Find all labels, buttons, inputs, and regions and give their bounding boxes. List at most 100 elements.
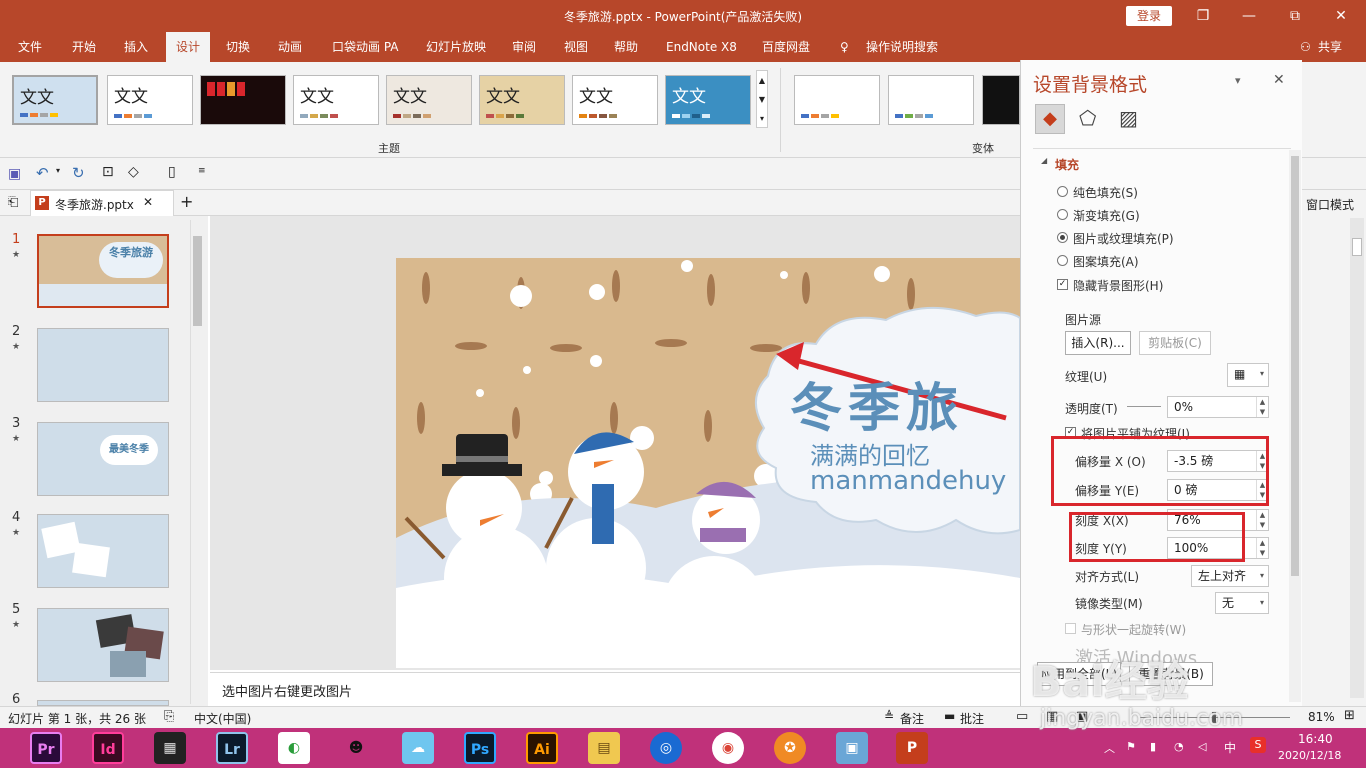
minimize-button[interactable]: — xyxy=(1226,0,1272,32)
gradient-fill-label[interactable]: 渐变填充(G) xyxy=(1073,207,1140,224)
outline-icon[interactable]: ⎗ xyxy=(8,195,18,210)
language-status[interactable]: 中文(中国) xyxy=(194,710,251,727)
clock-time[interactable]: 16:40 xyxy=(1298,732,1333,746)
radio-pattern-fill[interactable] xyxy=(1057,255,1068,266)
theme-thumb-lanterns[interactable] xyxy=(200,75,286,125)
ribbon-display-button[interactable]: ❐ xyxy=(1180,0,1226,32)
maximize-button[interactable]: ⧉ xyxy=(1272,0,1318,32)
shapes-icon[interactable]: ◇ xyxy=(128,164,139,180)
clipboard-button[interactable]: 剪贴板(C) xyxy=(1139,331,1211,355)
tell-me-search[interactable]: 操作说明搜索 xyxy=(866,32,938,62)
slide-thumb-2[interactable] xyxy=(37,328,169,402)
tab-file[interactable]: 文件 xyxy=(18,32,42,62)
battery-icon[interactable]: ▮ xyxy=(1150,740,1156,753)
undo-icon[interactable]: ↶ xyxy=(36,164,49,182)
transparency-input[interactable]: 0% ▲ ▼ xyxy=(1167,396,1269,418)
tab-insert[interactable]: 插入 xyxy=(124,32,148,62)
login-button[interactable]: 登录 xyxy=(1126,6,1172,26)
theme-thumb[interactable]: 文文 xyxy=(479,75,565,125)
pane-scroll-thumb[interactable] xyxy=(1291,156,1299,576)
file-explorer-icon[interactable]: ▤ xyxy=(588,732,620,764)
cloud-app-icon[interactable]: ☁ xyxy=(402,732,434,764)
360-browser-icon[interactable]: ◐ xyxy=(278,732,310,764)
slide-thumb-4[interactable] xyxy=(37,514,169,588)
qq-icon[interactable]: ☻ xyxy=(340,732,372,764)
variant-thumb[interactable] xyxy=(982,75,1020,125)
fill-section-header[interactable]: 填充 xyxy=(1055,156,1079,173)
pane-scrollbar[interactable] xyxy=(1289,150,1301,702)
alignment-dropdown[interactable]: 左上对齐 ▾ xyxy=(1191,565,1269,587)
pattern-fill-label[interactable]: 图案填充(A) xyxy=(1073,253,1139,270)
undo-dropdown-icon[interactable]: ▾ xyxy=(56,166,60,175)
notes-app-icon[interactable]: ▣ xyxy=(836,732,868,764)
browser-icon[interactable]: ◎ xyxy=(650,732,682,764)
theme-thumb[interactable]: 文文 xyxy=(107,75,193,125)
add-tab-button[interactable]: + xyxy=(180,192,193,211)
clock-date[interactable]: 2020/12/18 xyxy=(1278,749,1341,762)
indesign-icon[interactable]: Id xyxy=(92,732,124,764)
tray-chevron-icon[interactable]: ︿ xyxy=(1104,740,1115,756)
tab-home[interactable]: 开始 xyxy=(72,32,96,62)
theme-thumb[interactable]: 文文 xyxy=(665,75,751,125)
variant-thumb[interactable] xyxy=(888,75,974,125)
redo-icon[interactable]: ↻ xyxy=(72,164,85,182)
solid-fill-label[interactable]: 纯色填充(S) xyxy=(1073,184,1138,201)
video-editor-icon[interactable]: ▦ xyxy=(154,732,186,764)
tab-review[interactable]: 审阅 xyxy=(512,32,536,62)
customize-qat-icon[interactable]: ≡ xyxy=(198,166,206,176)
editor-scroll-thumb[interactable] xyxy=(1352,238,1362,256)
fill-tab-icon[interactable]: ◆ xyxy=(1035,104,1065,134)
new-slide-icon[interactable]: ▯ xyxy=(168,164,176,180)
normal-view-icon[interactable]: ▭ xyxy=(1016,709,1028,724)
ime-indicator[interactable]: 中 xyxy=(1224,739,1236,756)
radio-gradient-fill[interactable] xyxy=(1057,209,1068,220)
tab-view[interactable]: 视图 xyxy=(564,32,588,62)
window-mode-label[interactable]: 窗口模式 xyxy=(1306,196,1354,213)
effects-tab-icon[interactable]: ⬠ xyxy=(1079,106,1096,130)
rotate-with-shape-label[interactable]: 与形状一起旋转(W) xyxy=(1081,621,1186,638)
zoom-level[interactable]: 81% xyxy=(1308,710,1335,724)
tab-baidu-pan[interactable]: 百度网盘 xyxy=(762,32,810,62)
tab-pocket-animation[interactable]: 口袋动画 PA xyxy=(332,32,399,62)
radio-picture-fill[interactable] xyxy=(1057,232,1068,243)
scroll-thumb[interactable] xyxy=(193,236,202,326)
theme-thumb[interactable]: 文文 xyxy=(386,75,472,125)
tab-slideshow[interactable]: 幻灯片放映 xyxy=(426,32,486,62)
flag-icon[interactable]: ⚑ xyxy=(1126,740,1136,753)
tab-design[interactable]: 设计 xyxy=(166,32,211,62)
premiere-icon[interactable]: Pr xyxy=(30,732,62,764)
slide-thumb-1[interactable]: 冬季旅游 xyxy=(37,234,169,308)
tab-animations[interactable]: 动画 xyxy=(278,32,302,62)
themes-scroll[interactable]: ▲ ▼ ▾ xyxy=(756,70,768,128)
hide-bg-checkbox[interactable]: ✓ xyxy=(1057,279,1068,290)
theme-thumb[interactable]: 文文 xyxy=(12,75,98,125)
tab-help[interactable]: 帮助 xyxy=(614,32,638,62)
sogou-icon[interactable]: S xyxy=(1250,737,1266,753)
picture-tab-icon[interactable]: ▨ xyxy=(1119,106,1138,130)
hide-bg-label[interactable]: 隐藏背景图形(H) xyxy=(1073,277,1163,294)
theme-thumb[interactable]: 文文 xyxy=(572,75,658,125)
fit-slide-icon[interactable]: ⊞ xyxy=(1344,708,1355,723)
insert-picture-button[interactable]: 插入(R)... xyxy=(1065,331,1131,355)
photoshop-icon[interactable]: Ps xyxy=(464,732,496,764)
rotate-with-shape-checkbox[interactable] xyxy=(1065,623,1076,634)
pane-options-dropdown[interactable]: ▾ xyxy=(1235,74,1241,87)
transparency-slider[interactable] xyxy=(1127,406,1161,407)
picture-fill-label[interactable]: 图片或纹理填充(P) xyxy=(1073,230,1174,247)
variant-thumb[interactable] xyxy=(794,75,880,125)
doc-tab-close[interactable]: ✕ xyxy=(143,195,153,209)
powerpoint-taskbar-icon[interactable]: P xyxy=(896,732,928,764)
save-icon[interactable]: ▣ xyxy=(8,166,21,182)
slide-canvas[interactable]: 冬季旅 满满的回忆 manmandehuy xyxy=(396,258,1020,668)
editor-scrollbar[interactable] xyxy=(1350,218,1364,698)
illustrator-icon[interactable]: Ai xyxy=(526,732,558,764)
slide-thumb-5[interactable] xyxy=(37,608,169,682)
volume-icon[interactable]: ◁ xyxy=(1198,740,1206,753)
slideshow-icon[interactable]: ⊡ xyxy=(102,164,114,180)
doc-tab[interactable]: P 冬季旅游.pptx ✕ xyxy=(30,190,174,216)
slide-thumb-3[interactable]: 最美冬季 xyxy=(37,422,169,496)
chrome-icon[interactable]: ◉ xyxy=(712,732,744,764)
lightroom-icon[interactable]: Lr xyxy=(216,732,248,764)
theme-thumb[interactable]: 文文 xyxy=(293,75,379,125)
notes-button[interactable]: 备注 xyxy=(900,710,924,727)
